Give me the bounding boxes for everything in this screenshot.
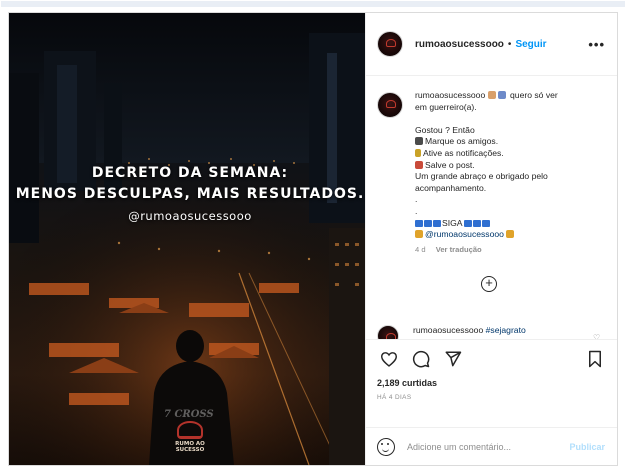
brand-logo: RUMO AO SUCESSO <box>165 421 215 453</box>
pointing-hand-icon <box>505 230 514 239</box>
caption-dot2: . <box>415 205 418 216</box>
avatar[interactable] <box>377 31 403 57</box>
overlay-title-line1: DECRETO DA SEMANA: <box>91 165 289 181</box>
post-header: rumoaosucessooo • Seguir ••• <box>366 13 617 76</box>
caption-line3: Gostou ? Então <box>415 124 475 135</box>
blue-square-icon <box>463 219 472 227</box>
overlay-handle: @rumoaosucessooo <box>128 209 252 223</box>
pointing-hand-icon <box>415 230 423 239</box>
comment-username[interactable]: rumoaosucessooo <box>413 325 483 335</box>
post-frame: DECRETO DA SEMANA: MENOS DESCULPAS, MAIS… <box>1 1 625 466</box>
post-image[interactable]: DECRETO DA SEMANA: MENOS DESCULPAS, MAIS… <box>9 13 365 465</box>
comment-like-icon[interactable]: ♡ <box>593 333 600 339</box>
action-bar <box>366 340 617 378</box>
post-age[interactable]: 4 d <box>415 245 426 254</box>
heart-icon[interactable] <box>377 347 401 371</box>
header-separator: • <box>507 38 512 50</box>
add-comment-bar: Adicione um comentário... Publicar <box>366 427 617 465</box>
see-translation-link[interactable]: Ver tradução <box>436 245 482 254</box>
emoji-icon <box>487 91 496 99</box>
caption-text: rumoaosucessooo quero só ver em guerreir… <box>415 90 605 255</box>
caption-line4: Marque os amigos. <box>425 136 499 147</box>
header-username[interactable]: rumoaosucessooo <box>415 39 504 50</box>
load-more-comments-button[interactable]: + <box>481 276 497 292</box>
blue-square-icon <box>481 219 490 227</box>
caption-line1: quero só ver <box>510 90 558 100</box>
brand-emblem-icon <box>177 421 203 439</box>
like-count[interactable]: 2,189 curtidas <box>366 378 617 392</box>
people-icon <box>415 137 423 146</box>
comment-item: rumoaosucessooo #sejagrato ♡ <box>377 325 600 339</box>
bell-icon <box>415 148 421 157</box>
comment-avatar[interactable] <box>377 325 399 339</box>
caption-line2: em guerreiro(a). <box>415 101 477 112</box>
caption-line6: Salve o post. <box>425 159 475 170</box>
comment-icon[interactable] <box>409 347 433 371</box>
caption-line8: acompanhamento. <box>415 182 487 193</box>
follow-button[interactable]: Seguir <box>515 39 546 50</box>
post-date: HÁ 4 DIAS <box>377 394 412 401</box>
caption-line5: Ative as notificações. <box>423 147 504 158</box>
caption-username[interactable]: rumoaosucessooo <box>415 90 485 100</box>
bookmark-icon[interactable] <box>583 347 607 371</box>
publish-button[interactable]: Publicar <box>569 442 605 452</box>
blue-square-icon <box>472 219 481 227</box>
more-options-button[interactable]: ••• <box>588 37 605 52</box>
comment-hashtag[interactable]: #sejagrato <box>486 325 526 335</box>
city-night-illustration <box>9 13 365 465</box>
caption-avatar[interactable] <box>377 92 403 118</box>
logo-line2: SUCESSO <box>175 447 205 453</box>
caption-line7: Um grande abraço e obrigado pelo <box>415 171 548 182</box>
caption-mention[interactable]: @rumoaosucessooo <box>425 229 504 239</box>
blue-square-icon <box>415 219 423 227</box>
caption-dot1: . <box>415 194 418 205</box>
emoji-icon <box>497 91 506 99</box>
caption-siga: SIGA <box>442 217 463 228</box>
comment-input[interactable]: Adicione um comentário... <box>407 442 511 452</box>
blue-square-icon <box>433 219 441 227</box>
caption-area[interactable]: rumoaosucessooo quero só ver em guerreir… <box>366 76 617 340</box>
post-sidebar: rumoaosucessooo • Seguir ••• rumoaosuces… <box>365 13 617 465</box>
send-icon[interactable] <box>441 347 465 371</box>
blue-square-icon <box>424 219 432 227</box>
inbox-icon <box>415 160 423 169</box>
image-watermark: 7 CROSS <box>164 409 214 420</box>
emoji-picker-icon[interactable] <box>377 437 395 456</box>
overlay-title-line2: MENOS DESCULPAS, MAIS RESULTADOS. <box>15 186 365 202</box>
